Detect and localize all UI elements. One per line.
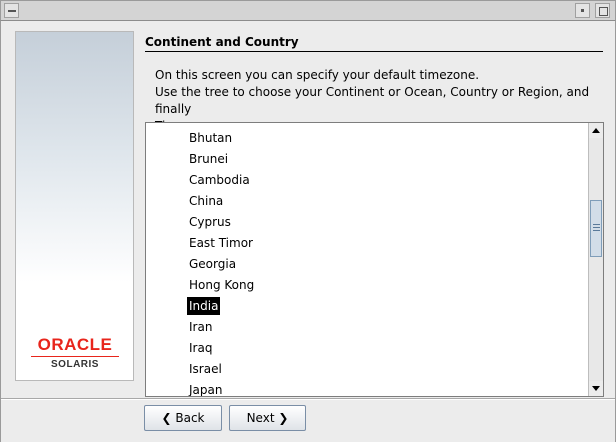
next-button[interactable]: Next ❯ [229,405,306,431]
back-button-label: Back [175,411,205,425]
thumb-grip-line [593,224,600,225]
next-button-label: Next [246,411,275,425]
tree-item[interactable]: India [187,297,221,315]
iconify-icon[interactable] [575,3,590,18]
tree-item[interactable]: East Timor [187,234,255,252]
tree-item[interactable]: Hong Kong [187,276,256,294]
oracle-brand-text: ORACLE [37,335,113,354]
title-divider [145,51,603,52]
scroll-down-icon[interactable] [589,381,603,396]
scrollbar-thumb[interactable] [590,200,602,257]
tree-item[interactable]: Japan [187,381,224,396]
scroll-up-icon[interactable] [589,123,603,138]
maximize-icon[interactable] [595,3,610,18]
chevron-left-icon: ❮ [161,411,172,425]
logo-divider [31,356,119,357]
thumb-grip-line [593,227,600,228]
tree-item[interactable]: Georgia [187,255,238,273]
thumb-grip-line [593,230,600,231]
description-line-1: On this screen you can specify your defa… [155,68,480,82]
vertical-scrollbar[interactable] [588,123,603,396]
solaris-product-text: SOLARIS [51,359,99,370]
tree-item[interactable]: Cambodia [187,171,252,189]
tree-item[interactable]: Iran [187,318,214,336]
window-title-bar[interactable] [0,0,616,21]
tree-item[interactable]: Cyprus [187,213,233,231]
back-button[interactable]: ❮ Back [144,405,222,431]
page-title: Continent and Country [145,35,299,49]
branding-panel: ORACLE SOLARIS [15,31,134,381]
window-menu-icon[interactable] [4,3,19,18]
tree-item[interactable]: Bhutan [187,129,234,147]
tree-item[interactable]: Brunei [187,150,230,168]
oracle-solaris-logo: ORACLE SOLARIS [29,335,121,371]
timezone-tree[interactable]: Bhutan Brunei Cambodia China Cyprus East Timo… [145,122,604,397]
tree-item[interactable]: Israel [187,360,224,378]
chevron-right-icon: ❯ [278,411,289,425]
footer-divider-highlight [1,399,615,400]
tree-item[interactable]: China [187,192,225,210]
description-line-2: Use the tree to choose your Continent or… [155,85,590,116]
timezone-tree-viewport: Bhutan Brunei Cambodia China Cyprus East Timo… [146,123,589,396]
tree-item[interactable]: Iraq [187,339,214,357]
